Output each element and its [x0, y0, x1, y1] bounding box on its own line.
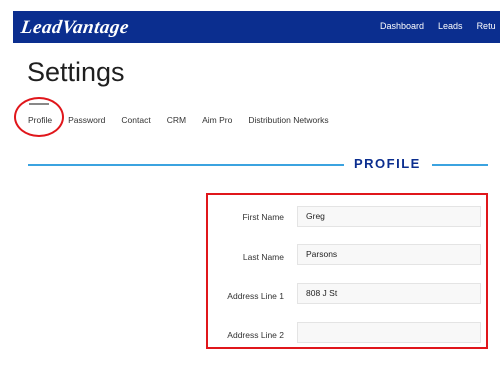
address-line-1-label: Address Line 1 [227, 291, 284, 301]
nav-leads[interactable]: Leads [438, 21, 463, 31]
tab-password[interactable]: Password [68, 115, 105, 125]
top-navigation-bar: LeadVantage Dashboard Leads Retu [13, 11, 500, 43]
last-name-field[interactable]: Parsons [297, 244, 481, 265]
settings-tabs: Profile Password Contact CRM Aim Pro Dis… [28, 103, 345, 125]
section-divider-right [432, 164, 488, 166]
app-logo[interactable]: LeadVantage [19, 17, 131, 39]
tab-distribution-networks[interactable]: Distribution Networks [248, 115, 328, 125]
nav-returns[interactable]: Retu [477, 21, 496, 31]
section-divider-left [28, 164, 344, 166]
profile-form: First Name Greg Last Name Parsons Addres… [206, 193, 488, 349]
address-line-2-field[interactable] [297, 322, 481, 343]
address-line-2-label: Address Line 2 [227, 330, 284, 340]
first-name-label: First Name [242, 212, 284, 222]
tab-contact[interactable]: Contact [121, 115, 150, 125]
last-name-label: Last Name [242, 252, 284, 262]
main-nav: Dashboard Leads Retu [380, 21, 500, 31]
highlight-circle [14, 97, 64, 137]
nav-dashboard[interactable]: Dashboard [380, 21, 424, 31]
tab-aim-pro[interactable]: Aim Pro [202, 115, 232, 125]
address-line-1-field[interactable]: 808 J St [297, 283, 481, 304]
tab-crm[interactable]: CRM [167, 115, 186, 125]
section-title: PROFILE [354, 156, 421, 171]
page-title: Settings [27, 57, 125, 87]
first-name-field[interactable]: Greg [297, 206, 481, 227]
